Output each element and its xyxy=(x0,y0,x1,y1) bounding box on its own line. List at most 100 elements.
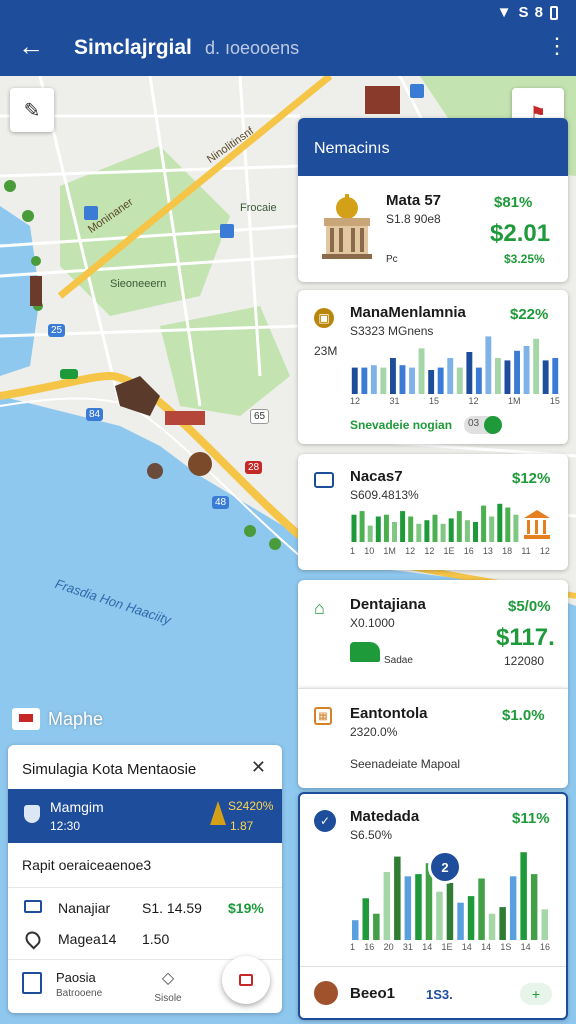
chart-bar xyxy=(400,511,406,542)
chart-bar xyxy=(533,338,540,394)
nav-item-1[interactable]: Paosia Batrooene xyxy=(22,968,122,1008)
map-badge-2[interactable]: 84 xyxy=(86,408,104,421)
sheet-row-2[interactable]: Magea14 1.50 xyxy=(8,923,282,955)
map-legend[interactable]: Maphe xyxy=(12,708,103,730)
card4-value: 122080 xyxy=(504,654,545,668)
nav-item-2[interactable]: ◇ Sisole xyxy=(138,968,198,1008)
chart-bar xyxy=(523,346,530,394)
x-tick-label: 1 xyxy=(350,546,356,556)
close-icon[interactable]: ✕ xyxy=(251,757,266,778)
card7-row[interactable]: Beeo1 1S3. + xyxy=(300,966,566,1018)
x-tick-label: 14 xyxy=(422,942,433,952)
banner-value2: 1.87 xyxy=(230,819,254,833)
chart-bar xyxy=(373,913,380,940)
x-tick-label: 11 xyxy=(521,546,531,556)
chart-bar xyxy=(530,874,538,940)
stats-card-3[interactable]: Nacas7 S609.4813% $12% 1 10 1M 12 12 1E 16 13 18… xyxy=(298,454,568,570)
chart-bar xyxy=(488,913,496,940)
chart-bar xyxy=(352,920,359,940)
chart2-x-ticks: 1 10 1M 12 12 1E 16 13 18 11 12 xyxy=(350,546,550,556)
x-tick-label: 16 xyxy=(364,942,375,952)
check-circle-icon: ✓ xyxy=(314,810,336,832)
chart-bar xyxy=(509,876,517,940)
chart-bar xyxy=(457,902,464,940)
x-tick-label: 13 xyxy=(482,546,493,556)
edit-map-button[interactable]: ✎ xyxy=(10,88,54,132)
x-tick-label: 15 xyxy=(549,396,560,406)
map-badge-5[interactable]: 48 xyxy=(212,496,230,509)
map-badge-4[interactable]: 28 xyxy=(245,461,263,474)
banner-value: S2420% xyxy=(228,799,274,813)
pin-outline-icon xyxy=(22,928,44,950)
x-tick-label: 14 xyxy=(461,942,472,952)
chart-bar xyxy=(409,367,415,394)
edit-icon: ✎ xyxy=(23,99,41,122)
card4-big: $117. xyxy=(496,624,555,651)
museum-icon xyxy=(318,194,376,260)
x-tick-label: 16 xyxy=(463,546,474,556)
chart-bar xyxy=(489,516,495,542)
chart-bar xyxy=(361,367,368,394)
sheet-banner[interactable]: Mamgim 12:30 S2420% 1.87 xyxy=(8,789,282,843)
chart1-x-ticks: 12 31 15 12 1M 15 xyxy=(350,396,560,406)
x-tick-label: 1E xyxy=(443,546,455,556)
chart-bar xyxy=(399,365,406,394)
panel-header: Nemacinıs xyxy=(298,118,568,176)
sheet-row-1[interactable]: Nanajiar S1. 14.59 $19% xyxy=(8,887,282,923)
toggle-switch[interactable]: 03 xyxy=(464,416,502,434)
chart-bar xyxy=(446,882,454,940)
stop-icon xyxy=(239,974,253,986)
card1-pct-top: $81% xyxy=(494,194,533,211)
chart-bar xyxy=(432,514,438,542)
card6-sub: S6.50% xyxy=(350,828,393,842)
chart-bar xyxy=(428,370,435,394)
sheet-title: Simulagia Kota Mentaosie xyxy=(22,761,197,778)
more-vert-icon[interactable]: ⋮ xyxy=(546,32,568,60)
chart-bar xyxy=(404,876,412,940)
card1-sub: S1.8 90e8 xyxy=(386,212,441,226)
chart-bar xyxy=(505,507,511,542)
map-badge-1[interactable]: 25 xyxy=(48,324,66,337)
sheet-section: Rapit oeraiceaenoe3 xyxy=(22,857,152,873)
share-icon: ◇ xyxy=(161,970,175,987)
banner-sub: 12:30 xyxy=(50,819,81,833)
chart-bar xyxy=(351,367,358,394)
chart-bar xyxy=(390,358,396,394)
chart-bar xyxy=(351,514,357,542)
stats-card-2[interactable]: ▣ ManaMenlamnia S3323 MGnens $22% 23M 12… xyxy=(298,290,568,444)
x-tick-label: 12 xyxy=(405,546,416,556)
arrow-back-icon[interactable]: ← xyxy=(18,33,44,59)
nav2-label: Sisole xyxy=(154,993,182,1004)
chart-bar xyxy=(464,520,470,542)
card5-footer: Seenadeiate Mapoal xyxy=(350,757,461,771)
stats-card-5[interactable]: ▦ Eantontola 2320.0% $1.0% Seenadeiate M… xyxy=(298,688,568,788)
card3-sub: S609.4813% xyxy=(350,488,419,502)
cattle-icon xyxy=(350,642,380,662)
chart-bar xyxy=(392,522,397,542)
map-badge-3[interactable]: 65 xyxy=(250,409,270,424)
chart-bar xyxy=(485,336,492,394)
chart3-badge[interactable]: 2 xyxy=(428,850,462,884)
stats-card-6[interactable]: ✓ Matedada S6.50% $11% 2 1 16 20 31 14 1E 14 14… xyxy=(298,792,568,1020)
x-tick-label: 18 xyxy=(502,546,513,556)
record-fab-button[interactable] xyxy=(222,956,270,1004)
stats-panel-header-card[interactable]: Nemacinıs Mata 57 S1.8 90e8 Pc $81% $2.0… xyxy=(298,118,568,282)
x-tick-label: 14 xyxy=(520,942,531,952)
chart-bar xyxy=(520,852,527,940)
x-tick-label: 12 xyxy=(424,546,435,556)
document-icon xyxy=(22,972,42,994)
chart-bar xyxy=(541,909,548,940)
chart-bar xyxy=(504,360,511,394)
nav1-sub: Batrooene xyxy=(56,988,103,999)
card3-title: Nacas7 xyxy=(350,468,403,485)
chart-bar xyxy=(513,514,519,542)
legend-label: Maphe xyxy=(48,708,104,729)
x-tick-label: 10 xyxy=(364,546,375,556)
chart-bar xyxy=(447,358,454,394)
temple-icon xyxy=(210,801,226,825)
stats-card-4[interactable]: ⌂ Dentajiana X0.1000 $5/0% Sadae $117. 1… xyxy=(298,580,568,688)
add-chip-button[interactable]: + xyxy=(520,983,552,1005)
card5-sub: 2320.0% xyxy=(350,725,398,739)
chart-bar xyxy=(552,358,559,394)
card2-footer: Snevadeie nogian xyxy=(350,418,453,432)
